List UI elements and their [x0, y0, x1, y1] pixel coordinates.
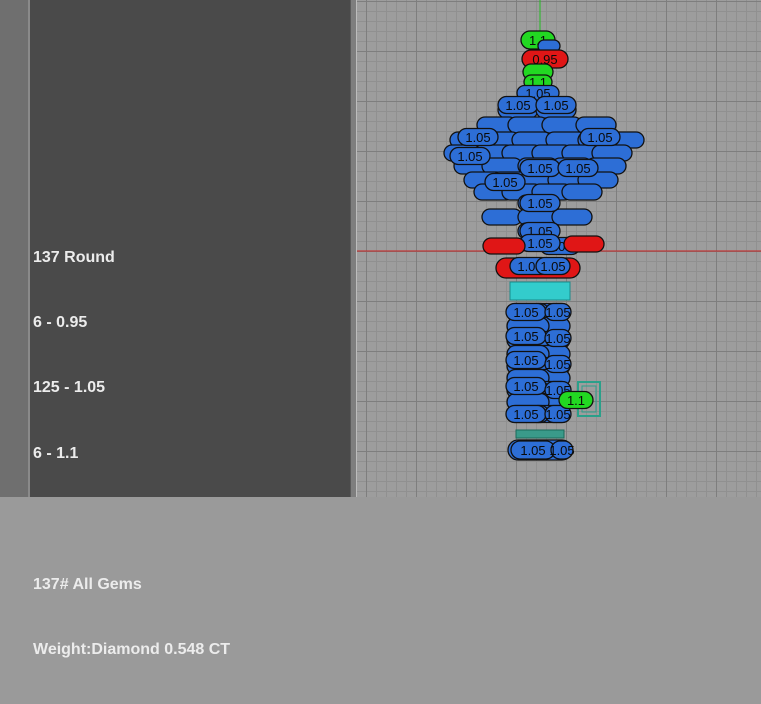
- gem-size-label: 1.05: [545, 305, 570, 320]
- gem-size-label: 1.05: [520, 443, 545, 458]
- gem-size-label: 1.05: [527, 196, 552, 211]
- 3d-viewport[interactable]: 1.1 0.95 1.1 1.05 1.05 1.05 1.05 1.05 1.05 1.05 1.…: [357, 0, 761, 497]
- left-edge-strip: [0, 0, 30, 497]
- gem-size-label: 1.05: [587, 130, 612, 145]
- gem-size-label: 1.05: [565, 161, 590, 176]
- info-line-medium-gems: 125 - 1.05: [33, 379, 106, 397]
- gem-size-label: 1.05: [527, 161, 552, 176]
- gem-size-label: 1.05: [540, 259, 565, 274]
- gem-size-label: 1.05: [465, 130, 490, 145]
- info-line-weight: Weight:Diamond 0.548 CT: [33, 640, 231, 658]
- gem-size-label: 1.05: [545, 331, 570, 346]
- info-line-all-gems: 137# All Gems: [33, 575, 142, 593]
- gem-size-label: 1.05: [492, 175, 517, 190]
- info-line-small-gems: 6 - 0.95: [33, 313, 88, 331]
- gem-size-label: 1.05: [513, 305, 538, 320]
- gem-small: [482, 237, 526, 255]
- gem-size-label: 1.05: [549, 443, 574, 458]
- gem-medium: [481, 208, 523, 226]
- panel-splitter[interactable]: [350, 0, 357, 497]
- gem-medium: [561, 183, 603, 201]
- gem-size-label: 1.05: [457, 149, 482, 164]
- info-line-total-round: 137 Round: [33, 248, 115, 266]
- setting-ring: [509, 281, 571, 301]
- gem-layout-scene: 1.10.951.11.051.05 1.051.05 1.051.051.05 1.…: [357, 0, 761, 461]
- gem-size-label: 1.05: [513, 329, 538, 344]
- setting-base: [515, 429, 565, 439]
- gem-small: [563, 235, 605, 253]
- gem-size-label: 1.05: [543, 98, 568, 113]
- gem-size-label: 1.05: [527, 236, 552, 251]
- gem-size-label: 1.1: [567, 393, 585, 408]
- gem-size-label: 1.05: [545, 407, 570, 422]
- gem-size-label: 1.05: [505, 98, 530, 113]
- info-line-large-gems: 6 - 1.1: [33, 444, 79, 462]
- gem-medium: [551, 208, 593, 226]
- gem-size-label: 1.05: [545, 357, 570, 372]
- info-line-blank: [33, 508, 230, 530]
- gem-info-text: 137 Round 6 - 0.95 125 - 1.05 6 - 1.1 13…: [33, 203, 230, 704]
- gem-size-label: 1.05: [513, 353, 538, 368]
- gem-size-label: 1.05: [513, 379, 538, 394]
- gem-size-label: 1.05: [513, 407, 538, 422]
- gem-info-panel: 137 Round 6 - 0.95 125 - 1.05 6 - 1.1 13…: [30, 0, 350, 658]
